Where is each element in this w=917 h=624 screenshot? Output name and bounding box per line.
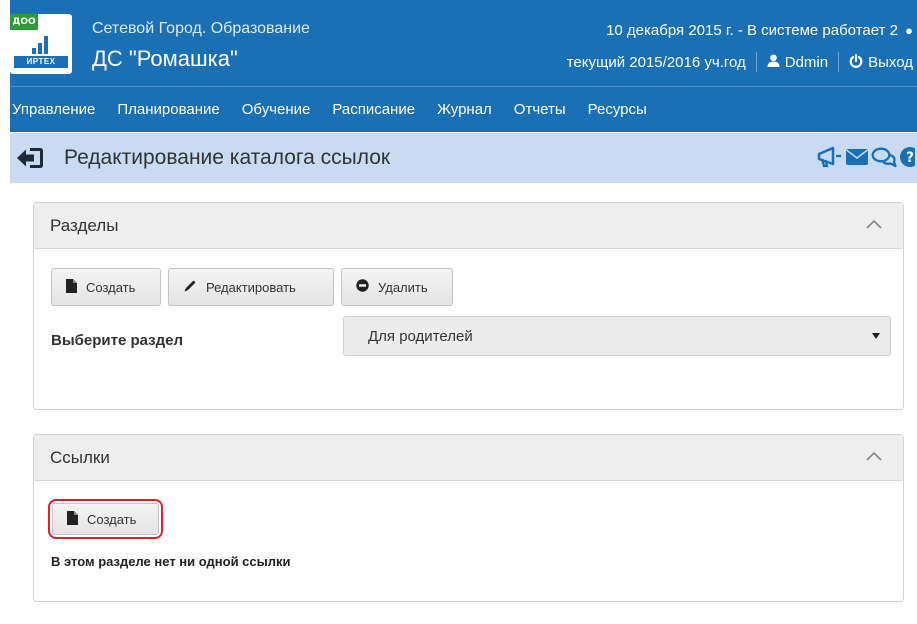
- app-title: Сетевой Город. Образование: [92, 20, 310, 37]
- links-panel-header: Ссылки: [34, 435, 903, 481]
- caret-down-icon: [872, 333, 880, 339]
- megaphone-icon[interactable]: [817, 146, 843, 168]
- chevron-up-icon[interactable]: [865, 449, 883, 463]
- system-status-line: 10 декабря 2015 г. - В системе работает …: [606, 22, 913, 39]
- title-actions: ?: [817, 146, 915, 168]
- chat-icon[interactable]: [871, 146, 897, 168]
- help-icon[interactable]: ?: [899, 146, 915, 168]
- sections-panel-header: Разделы: [34, 203, 903, 249]
- links-panel: Ссылки Создать В этом разделе нет ни одн…: [33, 434, 904, 602]
- divider: [755, 52, 757, 72]
- nav-item-reports[interactable]: Отчеты: [503, 87, 577, 133]
- nav-item-schedule[interactable]: Расписание: [321, 87, 426, 133]
- logout-link[interactable]: Выход: [868, 54, 913, 71]
- svg-text:?: ?: [906, 150, 914, 166]
- minus-circle-icon: [356, 279, 369, 295]
- logo-brand: ИРТЕХ: [14, 56, 68, 68]
- mail-icon[interactable]: [845, 147, 869, 167]
- edit-section-button[interactable]: Редактировать: [168, 268, 334, 306]
- logo-badge: ДОО: [10, 14, 38, 30]
- create-link-button[interactable]: Создать: [52, 503, 159, 535]
- file-icon: [67, 510, 78, 528]
- nav-item-education[interactable]: Обучение: [231, 87, 322, 133]
- main-nav: Управление Планирование Обучение Расписа…: [10, 86, 917, 132]
- delete-section-button[interactable]: Удалить: [341, 268, 453, 306]
- edit-section-label: Редактировать: [206, 279, 296, 295]
- section-select[interactable]: Для родителей: [343, 316, 891, 356]
- user-name-link[interactable]: Ddmin: [785, 54, 828, 71]
- create-link-label: Создать: [87, 511, 137, 527]
- logo-bars-icon: [32, 36, 52, 54]
- select-section-label: Выберите раздел: [51, 332, 184, 349]
- nav-item-journal[interactable]: Журнал: [426, 87, 503, 133]
- section-select-value: Для родителей: [368, 328, 473, 345]
- sections-panel: Разделы Создать Редактировать Удалить Вы…: [33, 202, 904, 410]
- empty-links-message: В этом разделе нет ни одной ссылки: [51, 554, 291, 569]
- app-header: ДОО ИРТЕХ Сетевой Город. Образование ДС …: [10, 0, 917, 86]
- chevron-up-icon[interactable]: [865, 217, 883, 231]
- power-icon: [849, 53, 863, 71]
- back-arrow-icon[interactable]: [16, 146, 44, 170]
- pencil-icon: [183, 279, 197, 296]
- school-name: ДС "Ромашка": [92, 46, 238, 71]
- divider: [838, 52, 840, 72]
- page-title: Редактирование каталога ссылок: [64, 146, 391, 169]
- sections-panel-title: Разделы: [50, 216, 119, 235]
- users-online-icon[interactable]: ●: [905, 23, 913, 38]
- create-section-label: Создать: [86, 279, 136, 295]
- user-icon: [767, 54, 780, 70]
- links-panel-title: Ссылки: [50, 448, 110, 467]
- user-bar: текущий 2015/2016 уч.год Ddmin Выход: [567, 52, 913, 72]
- nav-item-planning[interactable]: Планирование: [106, 87, 230, 133]
- date-status-text: 10 декабря 2015 г. - В системе работает …: [606, 22, 898, 39]
- delete-section-label: Удалить: [378, 279, 428, 295]
- page-title-bar: Редактирование каталога ссылок ?: [10, 133, 917, 183]
- school-year[interactable]: текущий 2015/2016 уч.год: [567, 54, 746, 71]
- nav-item-management[interactable]: Управление: [10, 87, 106, 133]
- nav-item-resources[interactable]: Ресурсы: [577, 87, 658, 133]
- file-icon: [66, 278, 77, 296]
- app-logo[interactable]: ДОО ИРТЕХ: [10, 14, 72, 74]
- create-section-button[interactable]: Создать: [51, 268, 161, 306]
